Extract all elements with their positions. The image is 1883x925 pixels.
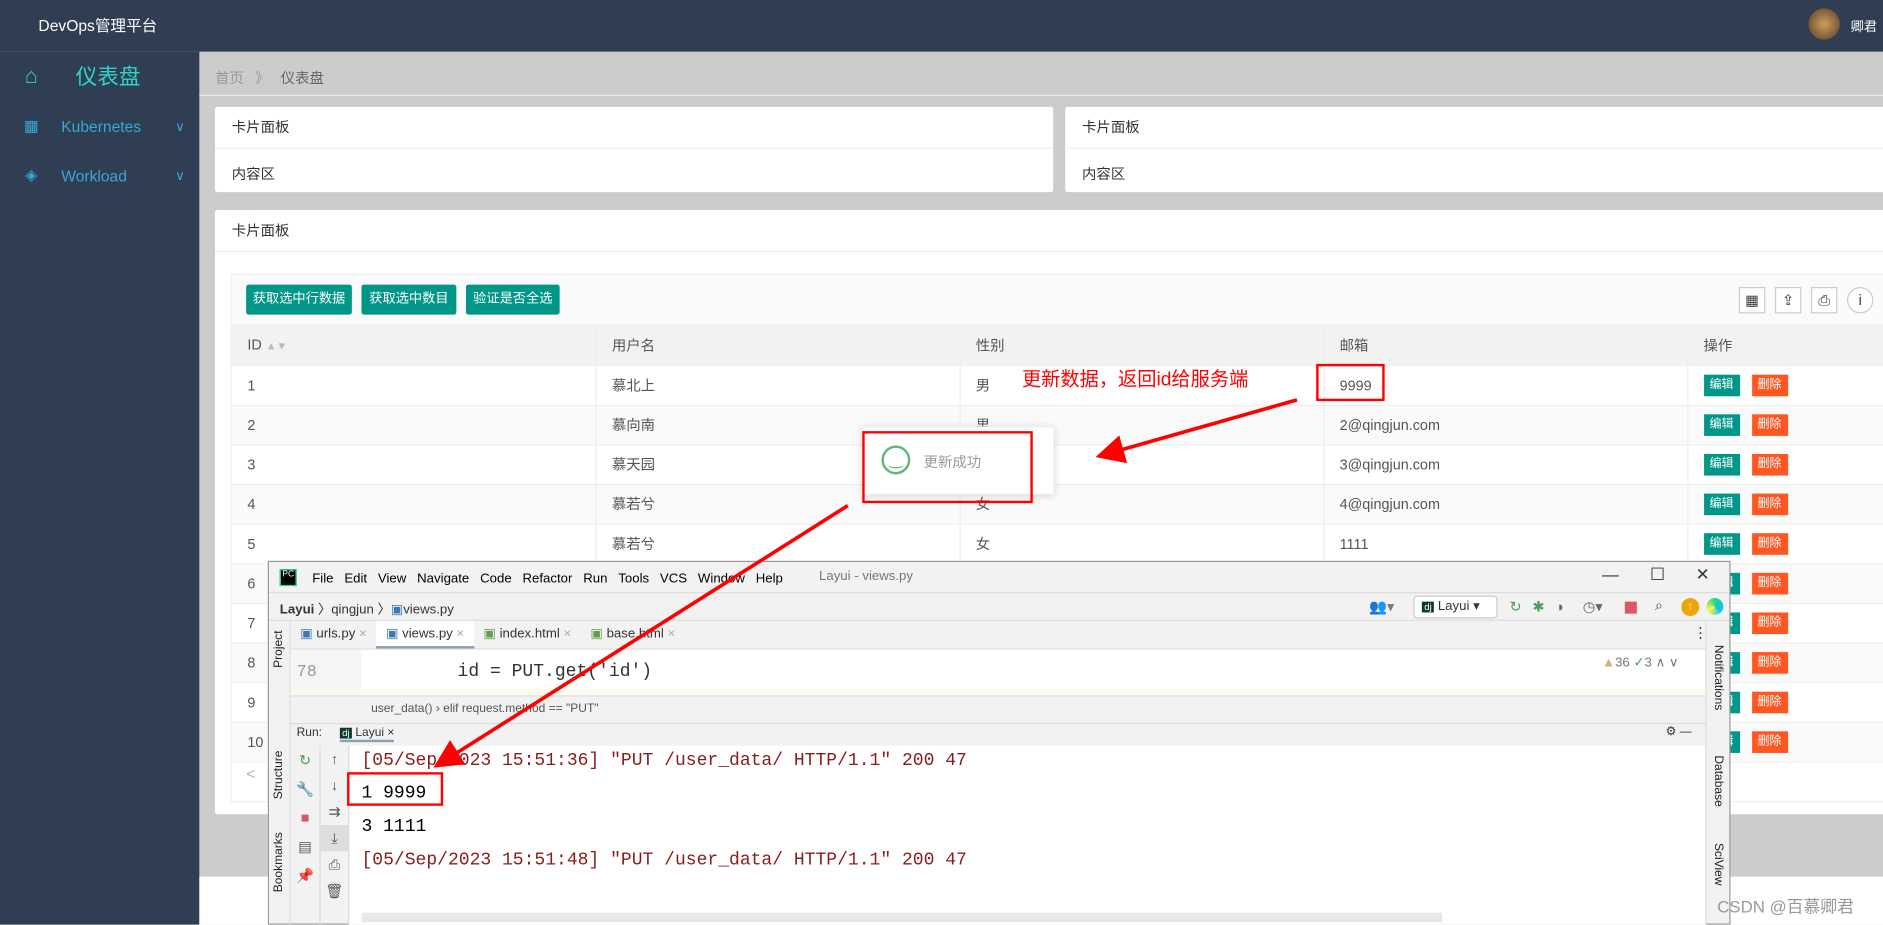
arrow-to-console <box>433 504 849 768</box>
arrow-to-toast <box>1095 398 1298 464</box>
annotation-arrows <box>433 398 1298 768</box>
